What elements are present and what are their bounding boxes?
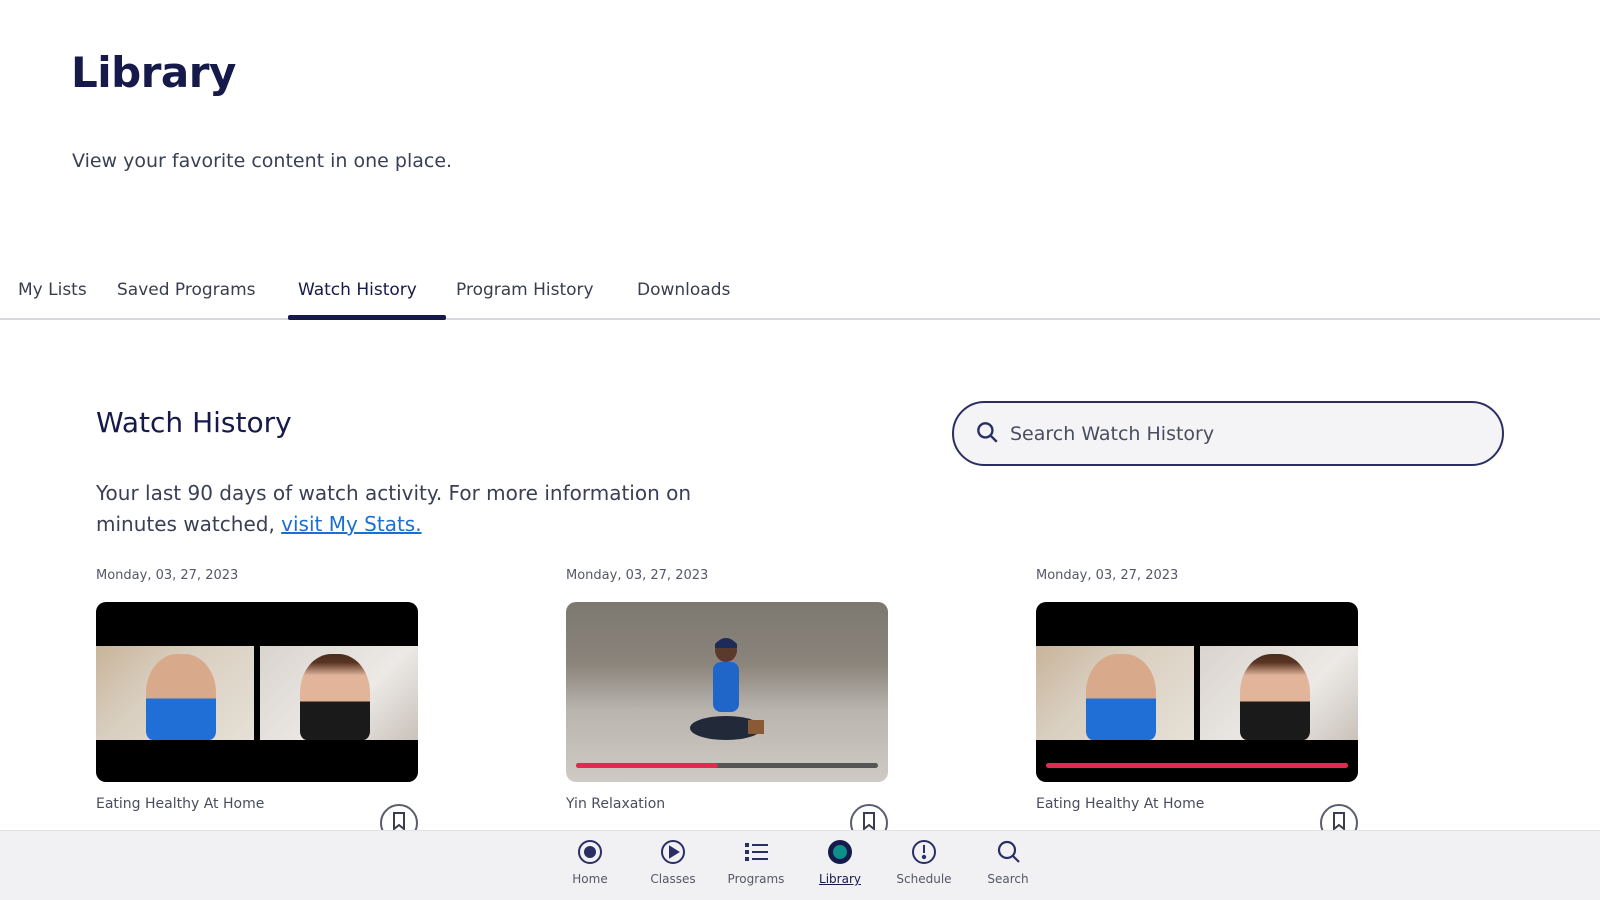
watch-progress-bar: [1046, 763, 1348, 768]
nav-label: Library: [819, 872, 861, 886]
home-icon: [550, 837, 630, 867]
yoga-instructor-figure: [690, 638, 764, 740]
bottom-navigation: Home Classes Programs Library Schedule S…: [0, 830, 1600, 900]
video-thumbnail[interactable]: [566, 602, 888, 782]
library-icon: [800, 837, 880, 867]
card-date: Monday, 03, 27, 2023: [1036, 568, 1179, 583]
my-stats-link[interactable]: visit My Stats.: [281, 512, 421, 536]
video-thumbnail[interactable]: [96, 602, 418, 782]
nav-label: Programs: [727, 872, 785, 886]
tab-downloads[interactable]: Downloads: [637, 280, 730, 300]
page-title: Library: [71, 48, 236, 97]
thumbnail-panel-left: [1036, 646, 1194, 740]
card-title: Eating Healthy At Home: [96, 796, 265, 812]
history-card[interactable]: Monday, 03, 27, 2023 Yin Relaxation: [566, 568, 888, 842]
search-input[interactable]: [1010, 422, 1470, 445]
card-date: Monday, 03, 27, 2023: [96, 568, 239, 583]
search-icon: [968, 837, 1048, 867]
thumbnail-panel-left: [96, 646, 254, 740]
nav-library[interactable]: Library: [800, 837, 880, 886]
watch-progress-fill: [1046, 763, 1348, 768]
thumbnail-panel-right: [1200, 646, 1358, 740]
person-figure: [146, 654, 216, 740]
nav-schedule[interactable]: Schedule: [884, 837, 964, 886]
person-figure: [1086, 654, 1156, 740]
nav-programs[interactable]: Programs: [716, 837, 796, 886]
list-icon: [716, 837, 796, 867]
watch-progress-bar: [576, 763, 878, 768]
section-description: Your last 90 days of watch activity. For…: [96, 478, 756, 540]
nav-classes[interactable]: Classes: [633, 837, 713, 886]
card-title: Eating Healthy At Home: [1036, 796, 1205, 812]
card-title: Yin Relaxation: [566, 796, 666, 812]
nav-home[interactable]: Home: [550, 837, 630, 886]
history-card[interactable]: Monday, 03, 27, 2023 Eating Healthy At H…: [96, 568, 418, 842]
active-tab-indicator: [288, 315, 446, 320]
history-card[interactable]: Monday, 03, 27, 2023 Eating Healthy At H…: [1036, 568, 1358, 842]
search-watch-history[interactable]: [952, 401, 1504, 466]
nav-label: Home: [572, 872, 608, 886]
tab-my-lists[interactable]: My Lists: [18, 280, 87, 300]
person-figure: [300, 654, 370, 740]
schedule-icon: [884, 837, 964, 867]
thumbnail-panel-right: [260, 646, 418, 740]
section-title: Watch History: [96, 406, 292, 439]
nav-label: Search: [987, 872, 1029, 886]
nav-label: Classes: [650, 872, 696, 886]
nav-search[interactable]: Search: [968, 837, 1048, 886]
page-subtitle: View your favorite content in one place.: [72, 150, 453, 172]
tab-program-history[interactable]: Program History: [456, 280, 594, 300]
search-icon: [974, 419, 1000, 449]
library-tabs: My Lists Saved Programs Watch History Pr…: [0, 268, 1600, 320]
tab-saved-programs[interactable]: Saved Programs: [117, 280, 256, 300]
watch-progress-fill: [576, 763, 718, 768]
play-icon: [633, 837, 713, 867]
card-date: Monday, 03, 27, 2023: [566, 568, 709, 583]
tab-watch-history[interactable]: Watch History: [298, 280, 417, 300]
nav-label: Schedule: [896, 872, 952, 886]
person-figure: [1240, 654, 1310, 740]
video-thumbnail[interactable]: [1036, 602, 1358, 782]
